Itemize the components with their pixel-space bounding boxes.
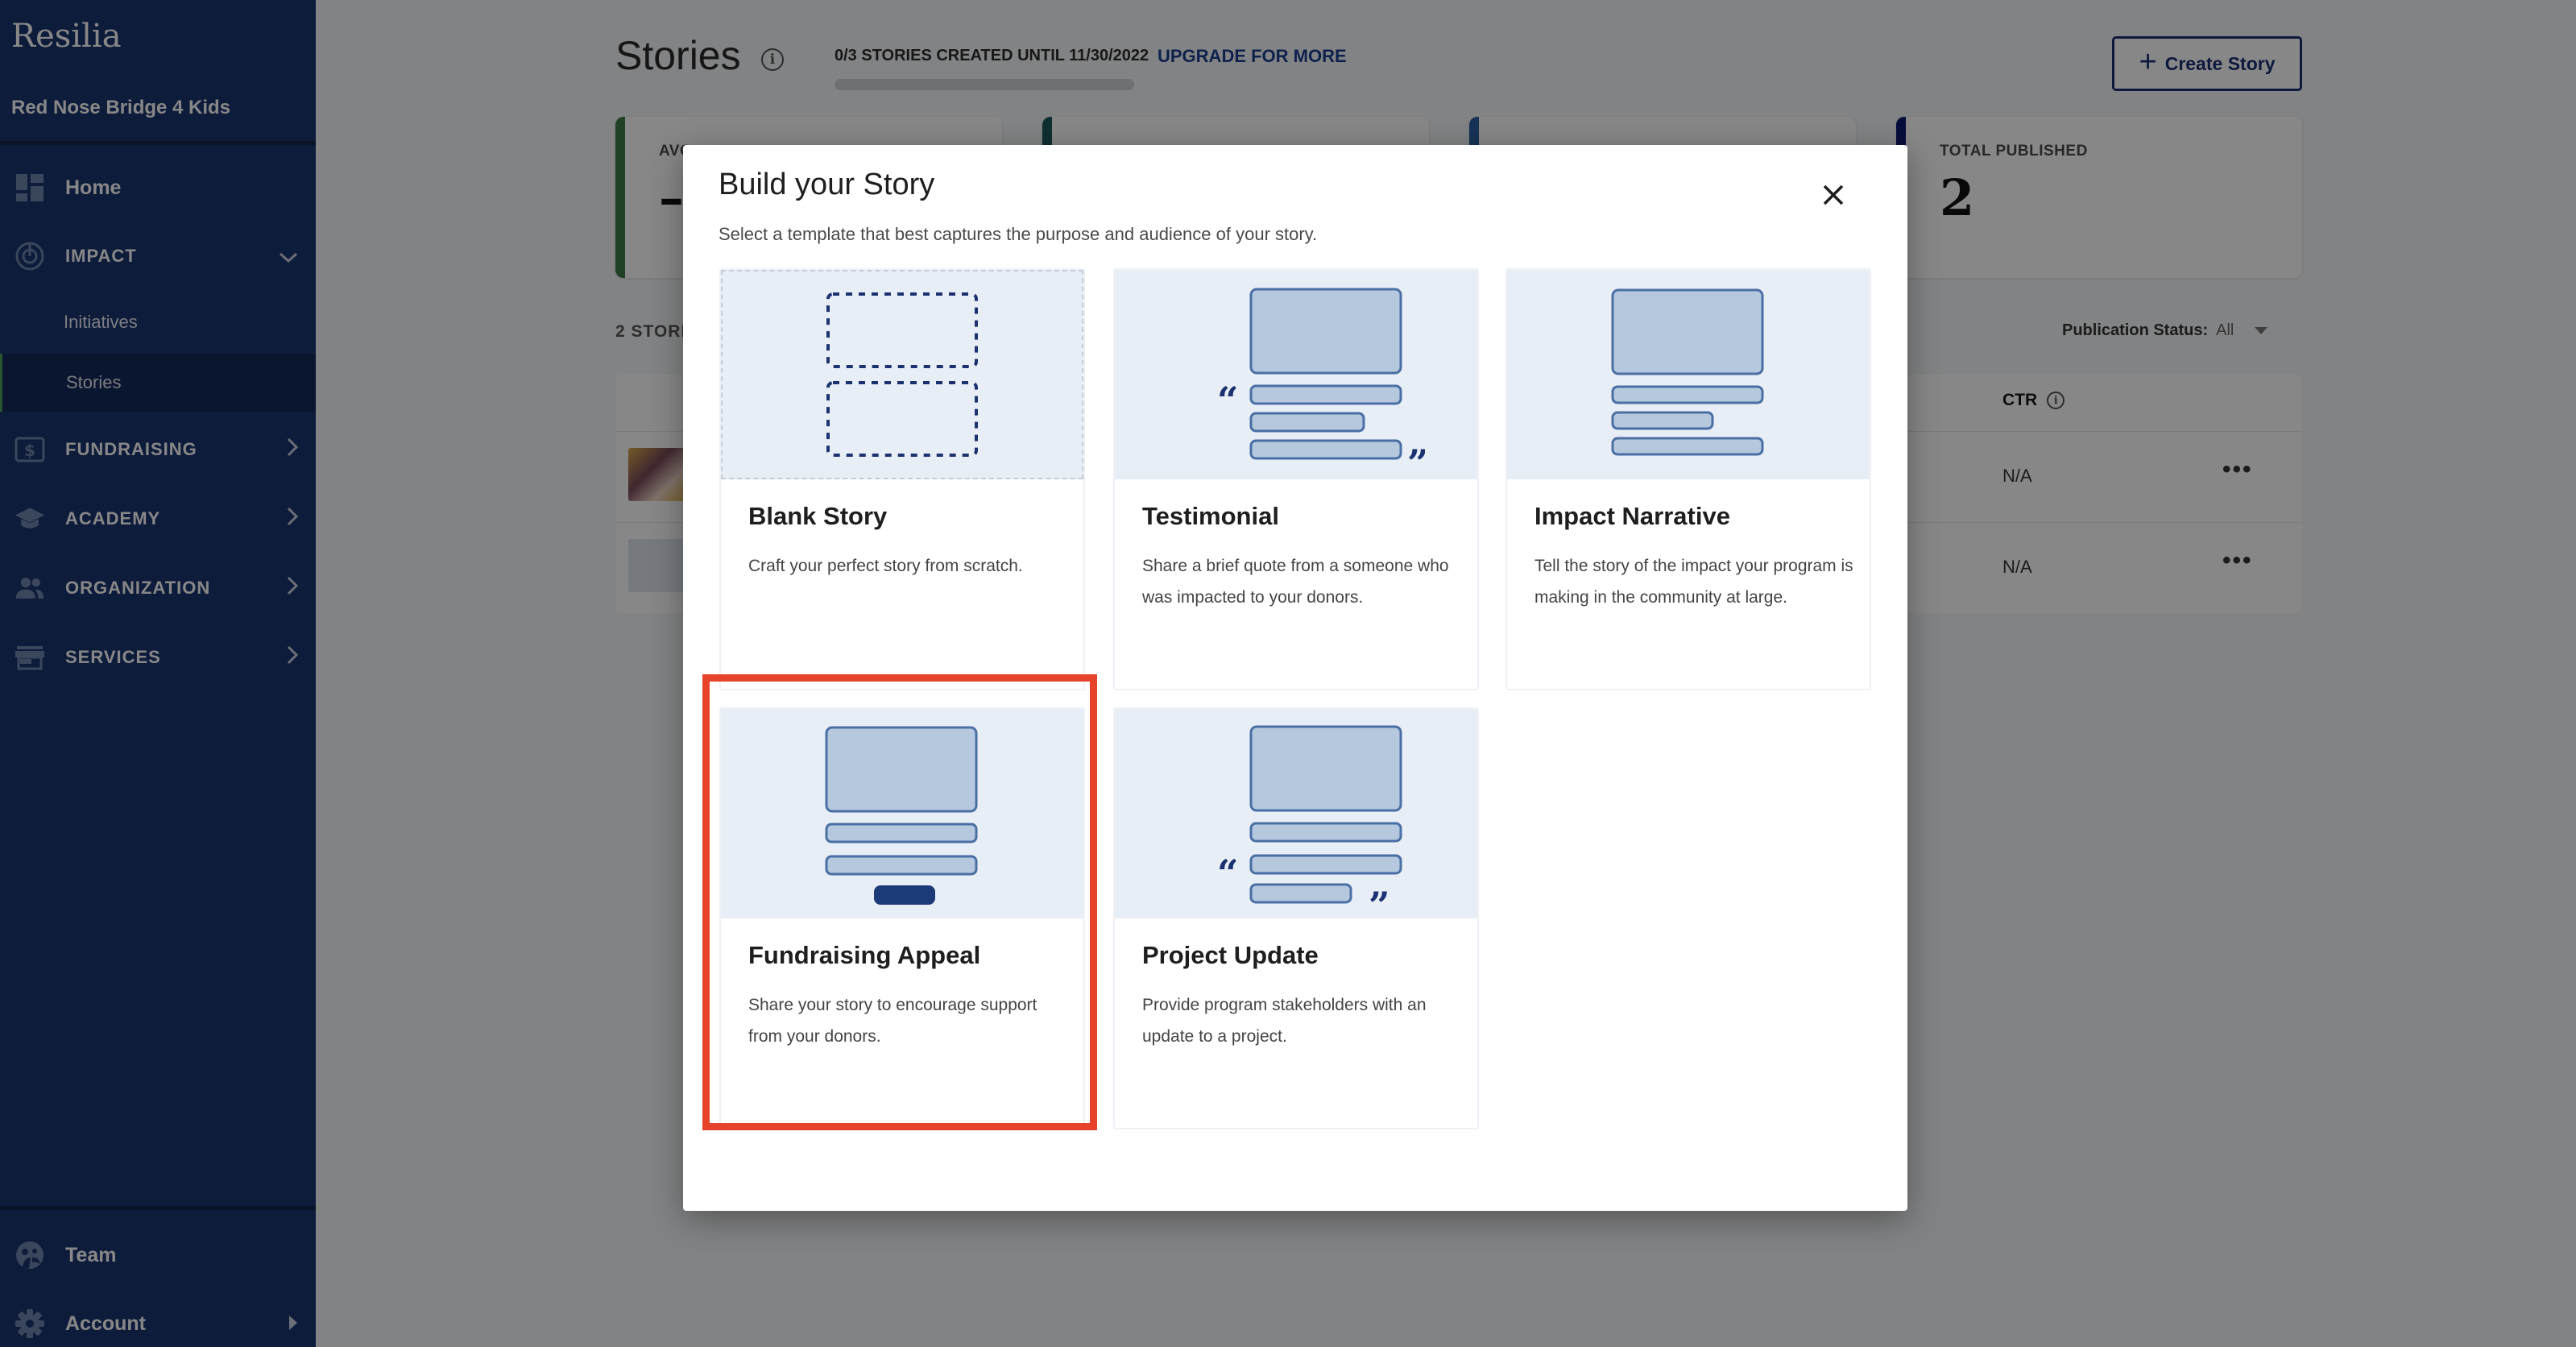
template-illustration (1507, 270, 1870, 479)
close-x-icon (1823, 184, 1844, 205)
template-illustration (721, 270, 1083, 479)
build-story-modal: Build your Story Select a template that … (683, 145, 1907, 1211)
close-button[interactable] (1814, 176, 1853, 214)
modal-title: Build your Story (719, 168, 935, 201)
svg-text:”: ” (1407, 441, 1425, 471)
blank-layout-icon (826, 292, 978, 457)
template-card-impact-narrative[interactable]: Impact Narrative Tell the story of the i… (1505, 268, 1871, 690)
svg-text:”: ” (1369, 884, 1389, 910)
update-layout-icon: “ ” (1217, 725, 1402, 910)
modal-subtitle: Select a template that best captures the… (719, 224, 1318, 244)
template-illustration: “ ” (1115, 270, 1477, 479)
template-description: Provide program stakeholders with an upd… (1142, 996, 1427, 1046)
template-description: Craft your perfect story from scratch. (748, 557, 1023, 575)
template-name: Project Update (1142, 941, 1319, 969)
template-illustration: “ ” (1115, 709, 1477, 918)
template-card-blank-story[interactable]: Blank Story Craft your perfect story fro… (719, 268, 1085, 690)
template-description: Share a brief quote from a someone who w… (1142, 557, 1449, 607)
template-name: Fundraising Appeal (748, 941, 981, 969)
template-card-project-update[interactable]: “ ” Project Update Provide program stake… (1113, 707, 1479, 1129)
testimonial-layout-icon: “ ” (1217, 288, 1425, 471)
template-name: Blank Story (748, 502, 888, 530)
template-description: Tell the story of the impact your progra… (1534, 557, 1853, 607)
svg-text:“: “ (1217, 852, 1238, 895)
template-name: Testimonial (1142, 502, 1279, 530)
svg-text:“: “ (1217, 379, 1238, 422)
template-description: Share your story to encourage support fr… (748, 996, 1037, 1046)
template-card-fundraising-appeal[interactable]: Fundraising Appeal Share your story to e… (719, 707, 1085, 1129)
template-illustration (721, 709, 1083, 918)
template-name: Impact Narrative (1534, 502, 1730, 530)
template-card-testimonial[interactable]: “ ” Testimonial Share a brief quote from… (1113, 268, 1479, 690)
narrative-layout-icon (1611, 288, 1764, 456)
appeal-layout-icon (825, 726, 978, 905)
